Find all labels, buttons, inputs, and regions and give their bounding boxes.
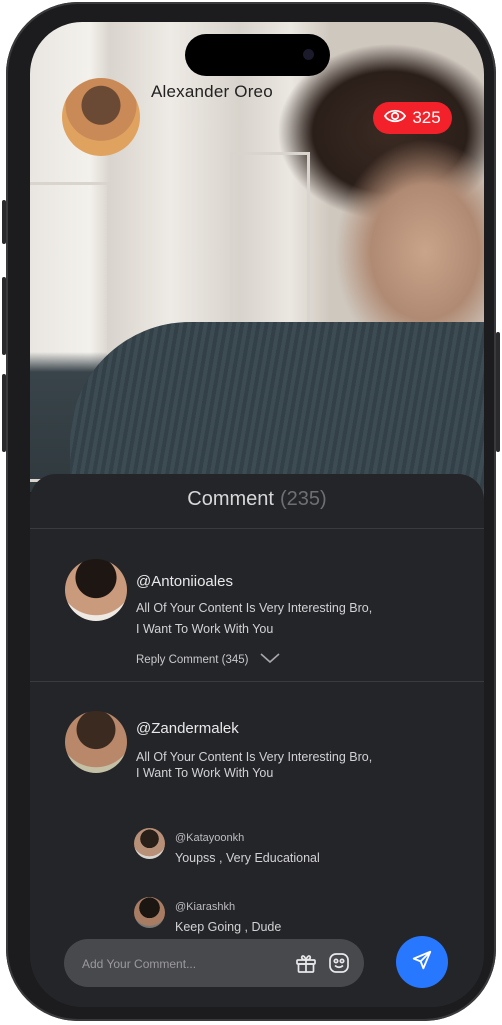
comments-count: (235) (280, 488, 327, 510)
chevron-down-icon (259, 652, 281, 667)
front-camera (303, 49, 314, 60)
comment-text-line: All Of Your Content Is Very Interesting … (136, 750, 373, 764)
send-icon (411, 949, 433, 976)
commenter-avatar[interactable] (65, 711, 127, 773)
phone-frame: Alexander Oreo 325 Comment (235) @Antonii… (2, 2, 500, 1021)
reply-comment-toggle[interactable]: Reply Comment (345) (136, 652, 281, 667)
comments-sheet: Comment (235) @Antoniioales All Of Your C… (30, 474, 484, 1007)
comment-text-line: I Want To Work With You (136, 766, 274, 780)
reply-avatar[interactable] (134, 828, 165, 859)
comment-username[interactable]: @Antoniioales (136, 573, 233, 590)
host-name[interactable]: Alexander Oreo (151, 82, 273, 102)
reply-count: (345) (221, 653, 249, 666)
reply-avatar[interactable] (134, 897, 165, 928)
comment-text-line: I Want To Work With You (136, 622, 274, 636)
mute-switch (2, 200, 6, 244)
host-avatar[interactable] (62, 78, 140, 156)
comment-username[interactable]: @Zandermalek (136, 720, 239, 737)
volume-up-button (2, 277, 6, 355)
reply-label: Reply Comment (136, 653, 219, 666)
comment-text-line: All Of Your Content Is Very Interesting … (136, 601, 373, 615)
comments-title: Comment (187, 488, 274, 510)
volume-down-button (2, 374, 6, 452)
divider (30, 528, 484, 529)
commenter-avatar[interactable] (65, 559, 127, 621)
dynamic-island (185, 34, 330, 76)
comment-composer (64, 939, 364, 987)
viewer-count-badge: 325 (373, 102, 452, 134)
divider (30, 681, 484, 682)
screen: Alexander Oreo 325 Comment (235) @Antonii… (30, 22, 484, 1007)
power-button (496, 332, 500, 452)
eye-icon (384, 108, 407, 129)
reply-username[interactable]: @Kiarashkh (175, 901, 235, 913)
comments-header: Comment (235) (30, 488, 484, 511)
comment-text: All Of Your Content Is Very Interesting … (136, 749, 396, 781)
comment-input[interactable] (80, 953, 284, 975)
reply-text: Keep Going , Dude (175, 920, 282, 934)
reply-comment-label: Reply Comment (345) (136, 654, 249, 666)
send-button[interactable] (396, 936, 448, 988)
comment-text: All Of Your Content Is Very Interesting … (136, 598, 396, 640)
reply-text: Youpss , Very Educational (175, 851, 320, 865)
emoji-icon[interactable] (326, 950, 352, 976)
reply-username[interactable]: @Katayoonkh (175, 832, 244, 844)
viewer-count: 325 (412, 108, 441, 127)
gift-icon[interactable] (293, 950, 319, 976)
